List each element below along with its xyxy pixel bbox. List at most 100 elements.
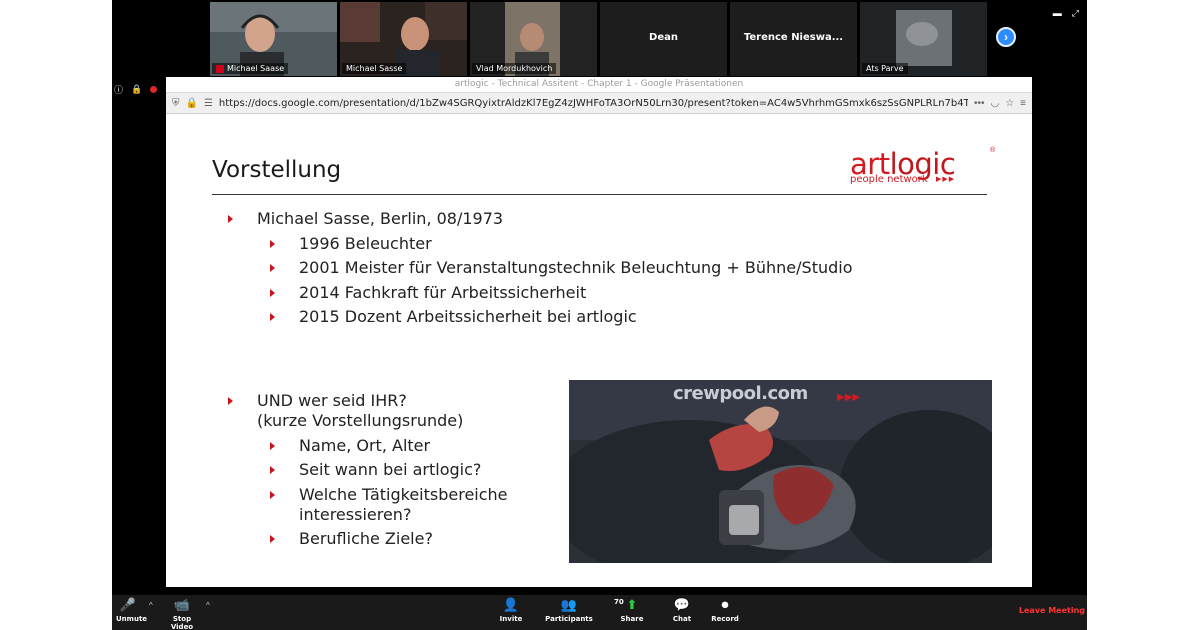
view-controls: ▬ ⤢ bbox=[1053, 8, 1079, 19]
info-icon[interactable]: ⓘ bbox=[114, 83, 123, 96]
audio-options-chevron-icon[interactable]: ^ bbox=[149, 601, 153, 610]
unmute-button[interactable]: 🎤 Unmute bbox=[116, 598, 148, 623]
bullet-arrow-icon bbox=[228, 215, 233, 223]
bullet-arrow-icon bbox=[270, 441, 275, 450]
bullet-text: Name, Ort, Alter bbox=[299, 435, 431, 455]
chat-label: Chat bbox=[672, 615, 692, 623]
meeting-toolbar: 🎤 Unmute ^ 📹 Stop Video ^ 👤 Invite 👥 70 … bbox=[112, 595, 1087, 630]
shield-icon[interactable]: ⛨ bbox=[172, 98, 180, 109]
browser-url-bar: ⛨ 🔒 ☰ https://docs.google.com/presentati… bbox=[166, 92, 1032, 114]
slide-title: Vorstellung bbox=[212, 157, 342, 183]
registered-mark-icon: ® bbox=[990, 147, 996, 154]
participant-name: Terence Nieswa... bbox=[743, 32, 844, 43]
photo-caption: crewpool.com bbox=[673, 383, 808, 404]
participant-name: Dean bbox=[649, 32, 678, 43]
participant-tile[interactable]: Terence Nieswa... bbox=[730, 2, 857, 76]
bullet-arrow-icon bbox=[270, 535, 275, 543]
share-button[interactable]: ⬆ Share bbox=[617, 598, 647, 623]
bullet-item: 2014 Fachkraft für Arbeitssicherheit bbox=[224, 283, 853, 303]
bullet-arrow-icon bbox=[270, 239, 275, 248]
bullet-text: Berufliche Ziele? bbox=[299, 529, 433, 548]
stop-video-button[interactable]: 📹 Stop Video bbox=[162, 598, 202, 630]
participant-tile[interactable]: Michael Sasse bbox=[340, 2, 467, 76]
invite-button[interactable]: 👤 Invite bbox=[496, 598, 526, 623]
bullet-arrow-icon bbox=[270, 490, 275, 499]
artlogic-logo: artlogic ® people network ▶▶▶ bbox=[850, 147, 998, 187]
participant-name-label: Michael Saase bbox=[212, 63, 289, 74]
bullet-item: Welche Tätigkeitsbereiche bbox=[224, 485, 508, 505]
participant-tile[interactable]: Ats Parve bbox=[860, 2, 987, 76]
record-button[interactable]: ⏺ Record bbox=[710, 598, 740, 623]
bullet-item: 2001 Meister für Veranstaltungstechnik B… bbox=[224, 258, 853, 278]
lock-icon[interactable]: 🔒 bbox=[131, 84, 142, 95]
bullet-item: Berufliche Ziele? bbox=[224, 529, 508, 549]
participants-icon: 👥 bbox=[560, 598, 578, 613]
share-label: Share bbox=[620, 615, 644, 623]
slide-photo: crewpool.com ▶▶▶ bbox=[569, 380, 992, 563]
bullet-text: Seit wann bei artlogic? bbox=[299, 460, 482, 479]
bullet-text: 2001 Meister für Veranstaltungstechnik B… bbox=[299, 258, 853, 277]
glove-handshake-image bbox=[569, 380, 992, 563]
participant-name-label: Vlad Mordukhovich bbox=[472, 63, 557, 74]
bullet-item: UND wer seid IHR? bbox=[224, 391, 508, 411]
bullet-arrow-icon bbox=[270, 264, 275, 272]
video-camera-icon: 📹 bbox=[173, 598, 191, 613]
leave-meeting-button[interactable]: Leave Meeting bbox=[1019, 606, 1085, 615]
bullet-text: 2015 Dozent Arbeitssicherheit bei artlog… bbox=[299, 307, 637, 326]
bullet-text: Michael Sasse, Berlin, 08/1973 bbox=[257, 209, 504, 228]
participant-strip: Michael Saase Michael Sasse Vlad Mordukh… bbox=[210, 2, 987, 76]
unmute-label: Unmute bbox=[116, 615, 148, 623]
bullet-text: 1996 Beleuchter bbox=[299, 233, 432, 253]
participant-tile[interactable]: Vlad Mordukhovich bbox=[470, 2, 597, 76]
browser-title: artlogic - Technical Assitent - Chapter … bbox=[166, 77, 1032, 92]
fullscreen-icon[interactable]: ⤢ bbox=[1072, 8, 1079, 19]
participant-name-label: Ats Parve bbox=[862, 63, 908, 74]
title-divider bbox=[212, 194, 987, 195]
invite-person-icon: 👤 bbox=[502, 598, 520, 613]
zoom-meeting-window: Michael Saase Michael Sasse Vlad Mordukh… bbox=[112, 0, 1087, 630]
bullet-arrow-icon bbox=[270, 466, 275, 474]
video-options-chevron-icon[interactable]: ^ bbox=[206, 601, 210, 610]
bullet-item: 1996 Beleuchter bbox=[224, 234, 853, 254]
bullet-list-2: UND wer seid IHR? (kurze Vorstellungsrun… bbox=[224, 391, 508, 549]
participant-tile[interactable]: Dean bbox=[600, 2, 727, 76]
bullet-arrow-icon bbox=[228, 397, 233, 405]
bullet-item: interessieren? bbox=[224, 505, 508, 525]
bullet-item: (kurze Vorstellungsrunde) bbox=[224, 411, 508, 431]
photo-arrows-icon: ▶▶▶ bbox=[837, 392, 861, 403]
participant-name: Michael Saase bbox=[227, 64, 285, 73]
muted-mic-icon bbox=[216, 64, 224, 73]
bullet-arrow-icon bbox=[270, 313, 275, 321]
page-settings-icon[interactable]: ☰ bbox=[204, 98, 213, 109]
participants-button[interactable]: 👥 70 Participants bbox=[544, 598, 624, 623]
recording-dot-icon bbox=[150, 86, 158, 93]
bullet-text: Welche Tätigkeitsbereiche bbox=[299, 484, 508, 504]
next-page-icon[interactable]: › bbox=[996, 27, 1016, 47]
participant-name: Ats Parve bbox=[866, 64, 904, 73]
participant-tile[interactable]: Michael Saase bbox=[210, 2, 337, 76]
chat-bubble-icon: 💬 bbox=[673, 598, 691, 613]
more-icon[interactable]: ••• bbox=[974, 98, 985, 109]
chat-button[interactable]: 💬 Chat bbox=[667, 598, 697, 623]
stop-video-label: Stop Video bbox=[170, 615, 194, 630]
invite-label: Invite bbox=[499, 615, 523, 623]
url-field[interactable]: https://docs.google.com/presentation/d/1… bbox=[219, 98, 968, 109]
shared-screen-browser: artlogic - Technical Assitent - Chapter … bbox=[166, 77, 1032, 587]
participant-name: Vlad Mordukhovich bbox=[476, 64, 553, 73]
participants-label: Participants bbox=[545, 615, 593, 623]
gallery-view-icon[interactable]: ▬ bbox=[1053, 8, 1062, 19]
menu-icon[interactable]: ≡ bbox=[1020, 98, 1026, 109]
bullet-item: Michael Sasse, Berlin, 08/1973 bbox=[224, 209, 853, 229]
presentation-slide: Vorstellung artlogic ® people network ▶▶… bbox=[166, 129, 1032, 587]
bullet-text: UND wer seid IHR? bbox=[257, 391, 407, 410]
lock-icon[interactable]: 🔒 bbox=[186, 98, 198, 109]
bullet-list: Michael Sasse, Berlin, 08/1973 1996 Bele… bbox=[224, 209, 853, 327]
record-icon: ⏺ bbox=[721, 598, 729, 613]
bullet-text: 2014 Fachkraft für Arbeitssicherheit bbox=[299, 282, 587, 302]
record-label: Record bbox=[711, 615, 739, 623]
pocket-icon[interactable]: ◡ bbox=[990, 98, 999, 109]
bullet-arrow-icon bbox=[270, 288, 275, 297]
bullet-text: (kurze Vorstellungsrunde) bbox=[257, 411, 464, 430]
bullet-text: interessieren? bbox=[299, 504, 412, 524]
bookmark-star-icon[interactable]: ☆ bbox=[1005, 98, 1014, 109]
